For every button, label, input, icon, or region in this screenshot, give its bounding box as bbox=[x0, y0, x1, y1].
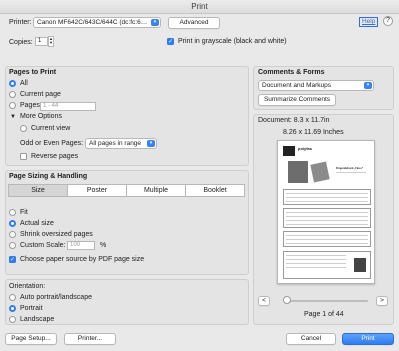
tab-booklet[interactable]: Booklet bbox=[185, 184, 245, 197]
pages-range-label: Pages bbox=[20, 102, 40, 109]
chevron-down-icon: ▾ bbox=[364, 82, 372, 89]
odd-even-value: All pages in range bbox=[89, 140, 142, 147]
doc-logo: polyfas bbox=[298, 146, 313, 151]
next-page-button[interactable]: > bbox=[376, 296, 388, 306]
page-preview: polyfas Fingerabdruck „Fluss“ bbox=[277, 140, 375, 284]
doc-text-line bbox=[336, 172, 366, 173]
shrink-label: Shrink oversized pages bbox=[20, 231, 93, 238]
pages-current-option[interactable]: Current page bbox=[9, 91, 61, 98]
reverse-pages-label: Reverse pages bbox=[31, 153, 79, 160]
page-setup-button[interactable]: Page Setup... bbox=[5, 333, 57, 345]
copies-stepper[interactable]: ▲ ▼ bbox=[48, 36, 54, 47]
pages-current-label: Current page bbox=[20, 91, 61, 98]
window-title: Print bbox=[0, 0, 399, 14]
prev-page-button[interactable]: < bbox=[258, 296, 270, 306]
product-image bbox=[310, 161, 330, 183]
page-slider-track[interactable] bbox=[286, 300, 368, 302]
orientation-heading: Orientation: bbox=[9, 283, 46, 290]
printer-button[interactable]: Printer... bbox=[64, 333, 116, 345]
pages-heading: Pages to Print bbox=[9, 69, 57, 76]
actual-size-option[interactable]: Actual size bbox=[9, 220, 54, 227]
pages-all-option[interactable]: All bbox=[9, 80, 28, 87]
chevron-down-icon: ▾ bbox=[151, 19, 159, 26]
help-icon[interactable]: ? bbox=[383, 16, 393, 26]
disclosure-triangle-icon[interactable]: ▼ bbox=[10, 114, 16, 120]
doc-table bbox=[283, 251, 371, 279]
radio-fit[interactable] bbox=[9, 209, 16, 216]
more-options-toggle[interactable]: ▼ More Options bbox=[10, 113, 62, 120]
page-slider-thumb[interactable] bbox=[283, 296, 291, 304]
sizing-heading: Page Sizing & Handling bbox=[9, 173, 88, 180]
custom-scale-option[interactable]: Custom Scale: bbox=[9, 242, 66, 249]
doc-heading: Fingerabdruck „Fluss“ bbox=[336, 167, 364, 170]
radio-pages[interactable] bbox=[9, 102, 16, 109]
sizing-tabs: Size Poster Multiple Booklet bbox=[8, 184, 245, 197]
landscape-option[interactable]: Landscape bbox=[9, 316, 54, 323]
pages-range-input[interactable]: 1 - 44 bbox=[40, 102, 96, 111]
product-thumbnail bbox=[354, 258, 366, 272]
copies-field[interactable]: 1 bbox=[35, 37, 48, 46]
fit-label: Fit bbox=[20, 209, 28, 216]
radio-landscape[interactable] bbox=[9, 316, 16, 323]
copies-label: Copies: bbox=[9, 39, 33, 46]
current-view-label: Current view bbox=[31, 125, 71, 132]
comments-value: Document and Markups bbox=[262, 82, 332, 89]
radio-auto[interactable] bbox=[9, 294, 16, 301]
printer-select[interactable]: Canon MF642C/643C/644C (dc:fc:6… ▾ bbox=[33, 17, 161, 28]
advanced-button[interactable]: Advanced bbox=[168, 17, 220, 29]
custom-scale-input[interactable]: 100 bbox=[67, 241, 95, 250]
paper-size-label: 8.26 x 11.69 Inches bbox=[283, 129, 344, 136]
current-view-option[interactable]: Current view bbox=[20, 125, 70, 132]
product-image bbox=[288, 161, 308, 183]
document-size-label: Document: 8.3 x 11.7in bbox=[258, 117, 330, 124]
auto-orientation-label: Auto portrait/landscape bbox=[20, 294, 92, 301]
paper-source-checkbox[interactable]: ✓ bbox=[9, 256, 16, 263]
actual-size-label: Actual size bbox=[20, 220, 54, 227]
pages-range-option[interactable]: Pages bbox=[9, 102, 40, 109]
pages-all-label: All bbox=[20, 80, 28, 87]
fit-option[interactable]: Fit bbox=[9, 209, 28, 216]
summarize-comments-button[interactable]: Summarize Comments bbox=[258, 94, 336, 106]
radio-custom-scale[interactable] bbox=[9, 242, 16, 249]
print-button[interactable]: Print bbox=[342, 333, 394, 345]
chevron-down-icon: ▾ bbox=[147, 140, 155, 147]
grayscale-label: Print in grayscale (black and white) bbox=[178, 38, 287, 45]
comments-select[interactable]: Document and Markups ▾ bbox=[258, 80, 374, 91]
custom-scale-label: Custom Scale: bbox=[20, 242, 66, 249]
printer-value: Canon MF642C/643C/644C (dc:fc:6… bbox=[37, 19, 148, 26]
doc-table bbox=[283, 208, 371, 228]
radio-portrait[interactable] bbox=[9, 305, 16, 312]
percent-label: % bbox=[100, 242, 107, 249]
paper-source-label: Choose paper source by PDF page size bbox=[20, 256, 145, 263]
radio-current[interactable] bbox=[9, 91, 16, 98]
paper-source-row[interactable]: ✓ Choose paper source by PDF page size bbox=[9, 256, 144, 263]
doc-table bbox=[283, 231, 371, 247]
odd-even-label: Odd or Even Pages: bbox=[20, 140, 84, 147]
radio-current-view[interactable] bbox=[20, 125, 27, 132]
radio-all[interactable] bbox=[9, 80, 16, 87]
grayscale-checkbox[interactable]: ✓ bbox=[167, 38, 174, 45]
tab-size[interactable]: Size bbox=[8, 184, 68, 197]
landscape-label: Landscape bbox=[20, 316, 55, 323]
comments-heading: Comments & Forms bbox=[258, 69, 325, 76]
reverse-pages-row[interactable]: Reverse pages bbox=[20, 153, 78, 160]
cancel-button[interactable]: Cancel bbox=[286, 333, 336, 345]
portrait-option[interactable]: Portrait bbox=[9, 305, 43, 312]
auto-orientation-option[interactable]: Auto portrait/landscape bbox=[9, 294, 92, 301]
reverse-pages-checkbox[interactable] bbox=[20, 153, 27, 160]
grayscale-row[interactable]: ✓ Print in grayscale (black and white) bbox=[167, 38, 287, 45]
tab-multiple[interactable]: Multiple bbox=[126, 184, 186, 197]
shrink-option[interactable]: Shrink oversized pages bbox=[9, 231, 93, 238]
doc-marker bbox=[283, 146, 295, 156]
tab-poster[interactable]: Poster bbox=[67, 184, 127, 197]
printer-label: Printer: bbox=[9, 19, 32, 26]
more-options-label: More Options bbox=[19, 113, 62, 120]
odd-even-select[interactable]: All pages in range ▾ bbox=[85, 138, 157, 149]
help-link[interactable]: Help bbox=[359, 17, 379, 27]
doc-table bbox=[283, 189, 371, 205]
portrait-label: Portrait bbox=[20, 305, 43, 312]
radio-actual-size[interactable] bbox=[9, 220, 16, 227]
page-count: Page 1 of 44 bbox=[304, 311, 344, 318]
radio-shrink[interactable] bbox=[9, 231, 16, 238]
